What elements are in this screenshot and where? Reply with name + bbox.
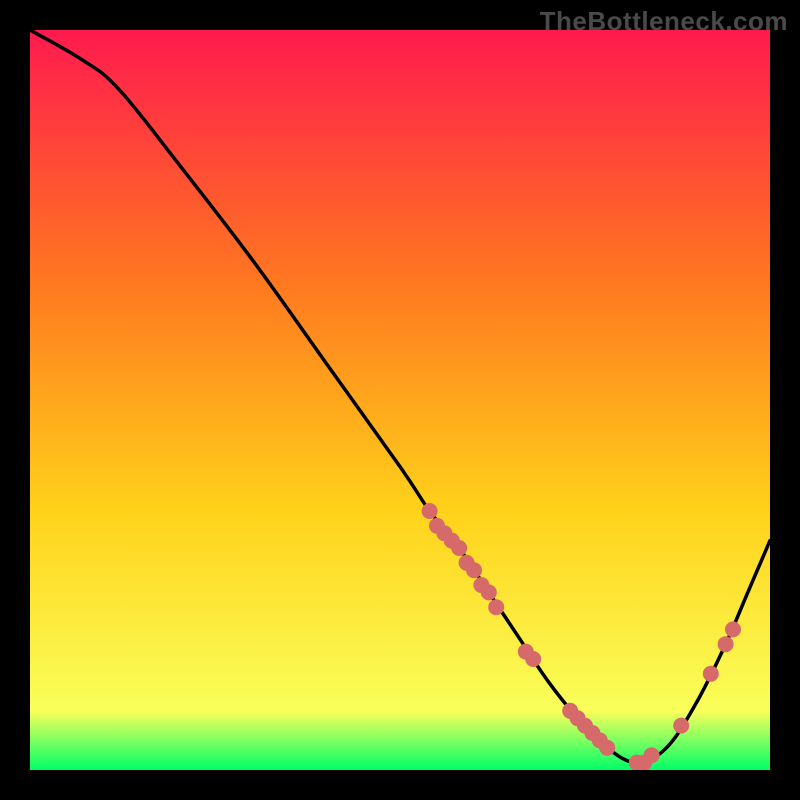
curve-marker bbox=[725, 621, 741, 637]
curve-marker bbox=[466, 562, 482, 578]
curve-marker bbox=[488, 599, 504, 615]
curve-marker bbox=[703, 666, 719, 682]
curve-marker bbox=[673, 718, 689, 734]
chart-stage: TheBottleneck.com bbox=[0, 0, 800, 800]
chart-curve-layer bbox=[30, 30, 770, 770]
curve-markers bbox=[422, 503, 741, 770]
curve-marker bbox=[599, 740, 615, 756]
chart-plot-area bbox=[30, 30, 770, 770]
curve-marker bbox=[422, 503, 438, 519]
curve-marker bbox=[525, 651, 541, 667]
curve-marker bbox=[644, 747, 660, 763]
curve-marker bbox=[451, 540, 467, 556]
curve-marker bbox=[718, 636, 734, 652]
bottleneck-curve bbox=[30, 30, 770, 763]
curve-marker bbox=[481, 584, 497, 600]
